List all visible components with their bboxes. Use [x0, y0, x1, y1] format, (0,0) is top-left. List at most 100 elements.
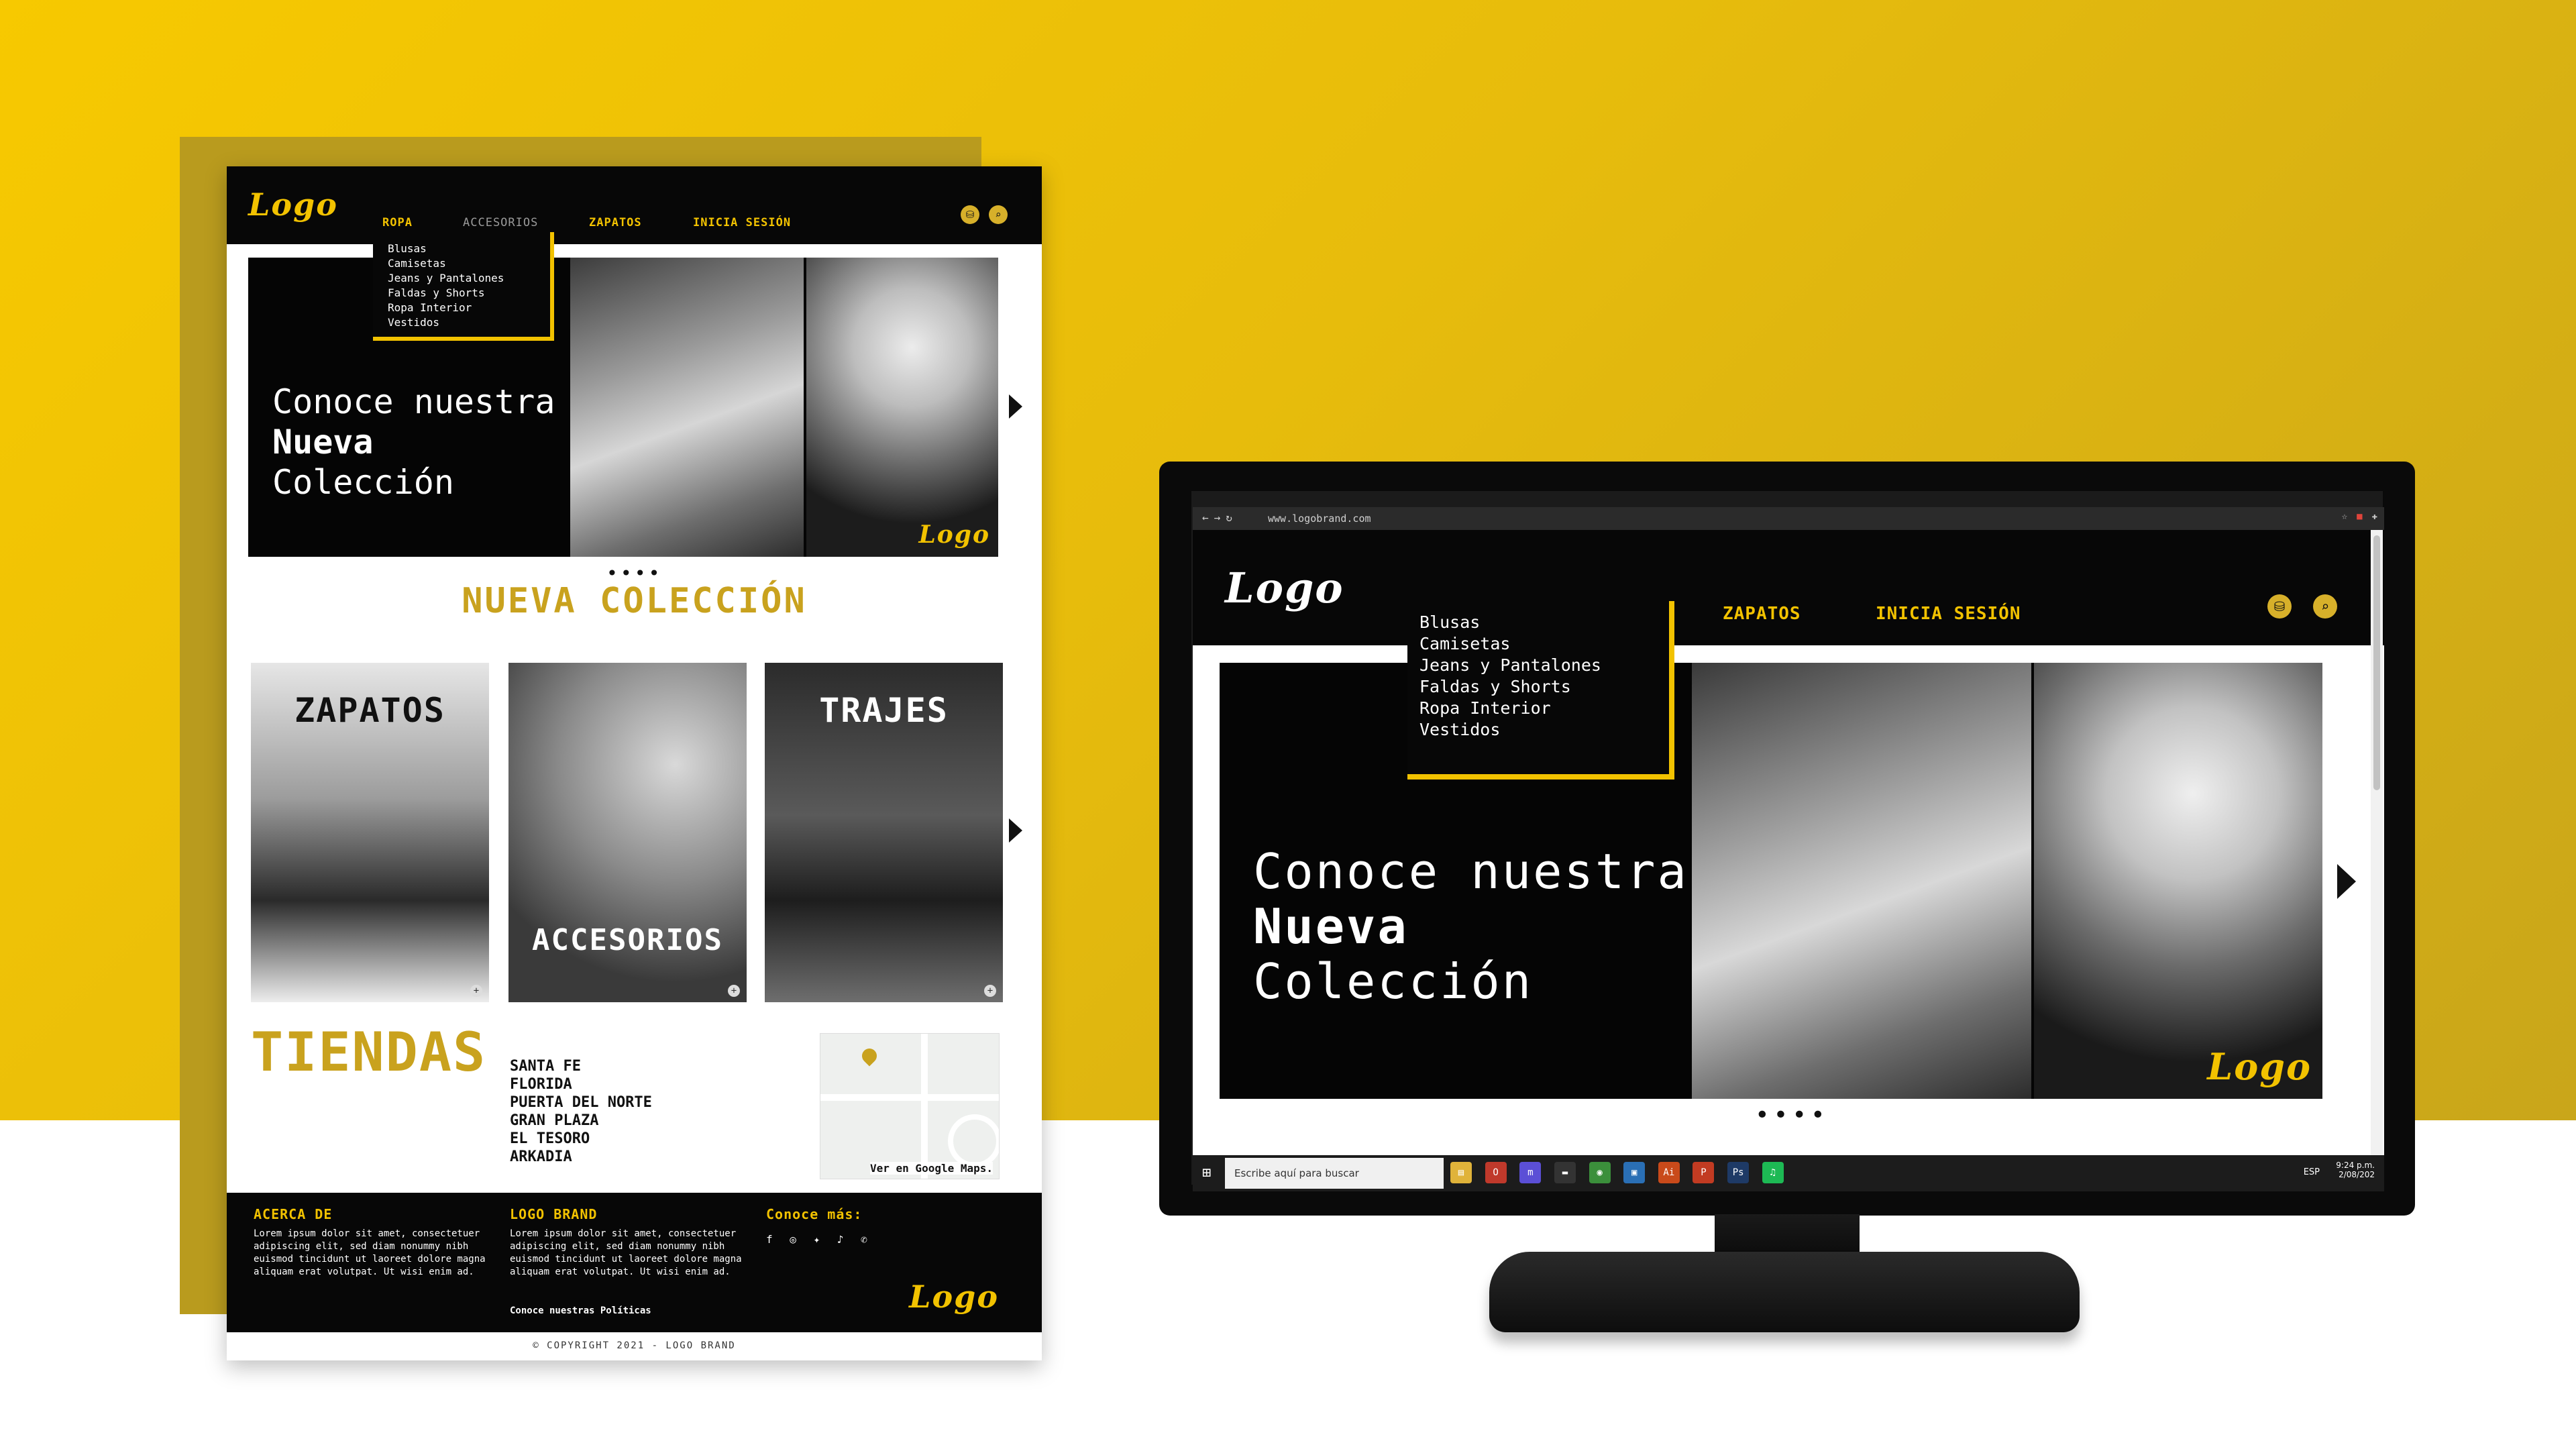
- nav-zapatos[interactable]: ZAPATOS: [1723, 604, 1801, 624]
- dropdown-item-vestidos[interactable]: Vestidos: [388, 315, 550, 330]
- dropdown-item-ropa-interior[interactable]: Ropa Interior: [1419, 698, 1669, 719]
- plus-icon[interactable]: +: [984, 985, 996, 997]
- dropdown-item-camisetas[interactable]: Camisetas: [1419, 633, 1669, 655]
- footer-more-title: Conoce más:: [766, 1206, 863, 1222]
- section-title-nueva-coleccion: NUEVA COLECCIÓN: [462, 581, 807, 621]
- store-item[interactable]: FLORIDA: [510, 1075, 652, 1093]
- store-item[interactable]: PUERTA DEL NORTE: [510, 1093, 652, 1112]
- map-pin-icon[interactable]: [859, 1045, 880, 1067]
- footer-about-text: Lorem ipsum dolor sit amet, consectetuer…: [254, 1228, 486, 1277]
- dropdown-item-jeans[interactable]: Jeans y Pantalones: [388, 271, 550, 286]
- extension-icon[interactable]: ■: [2357, 511, 2362, 522]
- site-header: Logo ROPA ACCESORIOS ZAPATOS INICIA SESI…: [1193, 530, 2384, 645]
- photos-icon[interactable]: ▣: [1623, 1162, 1646, 1183]
- photoshop-icon[interactable]: Ps: [1727, 1162, 1750, 1183]
- hero-headline: Conoce nuestra Nueva Colección: [272, 382, 555, 502]
- cart-icon[interactable]: ⛁: [2267, 594, 2292, 619]
- map-road: [921, 1034, 928, 1179]
- hero-logo: Logo: [2207, 1045, 2312, 1088]
- hero-line-3: Colección: [272, 463, 454, 502]
- store-list: SANTA FE FLORIDA PUERTA DEL NORTE GRAN P…: [510, 1057, 652, 1166]
- dropdown-item-blusas[interactable]: Blusas: [388, 241, 550, 256]
- dropdown-item-vestidos[interactable]: Vestidos: [1419, 719, 1669, 741]
- forward-icon[interactable]: →: [1214, 511, 1226, 524]
- site-logo[interactable]: Logo: [1225, 564, 1344, 612]
- dropdown-item-faldas[interactable]: Faldas y Shorts: [1419, 676, 1669, 698]
- category-card-accesorios[interactable]: ACCESORIOS +: [508, 663, 747, 1002]
- illustrator-icon[interactable]: Ai: [1658, 1162, 1680, 1183]
- windows-start-icon[interactable]: ⊞: [1202, 1165, 1211, 1181]
- address-bar[interactable]: www.logobrand.com: [1268, 513, 1371, 525]
- footer-brand-text: Lorem ipsum dolor sit amet, consectetuer…: [510, 1228, 742, 1277]
- nav-zapatos[interactable]: ZAPATOS: [589, 216, 642, 229]
- chrome-icon[interactable]: ◉: [1589, 1162, 1611, 1183]
- category-card-zapatos[interactable]: ZAPATOS +: [251, 663, 489, 1002]
- card-label-accesorios: ACCESORIOS: [532, 923, 723, 957]
- browser-extensions: ☆ ■ ✚: [2332, 511, 2377, 522]
- star-icon[interactable]: ☆: [2342, 511, 2347, 522]
- google-maps-link[interactable]: Ver en Google Maps.: [870, 1162, 994, 1175]
- nav-ropa[interactable]: ROPA: [382, 216, 413, 229]
- hero-banner: Conoce nuestra Nueva Colección Logo: [1220, 663, 2322, 1099]
- instagram-icon[interactable]: ◎: [790, 1233, 796, 1246]
- reload-icon[interactable]: ↻: [1226, 511, 1238, 524]
- store-item[interactable]: ARKADIA: [510, 1148, 652, 1166]
- footer-brand-title: LOGO BRAND: [510, 1206, 598, 1222]
- dropdown-item-faldas[interactable]: Faldas y Shorts: [388, 286, 550, 301]
- puzzle-icon[interactable]: ✚: [2372, 511, 2377, 522]
- cart-icon[interactable]: ⛁: [961, 205, 979, 224]
- monitor-screen: ←→↻ www.logobrand.com ☆ ■ ✚ Logo ROPA ACCE…: [1193, 507, 2384, 1191]
- twitter-icon[interactable]: ✦: [814, 1233, 820, 1246]
- search-icon[interactable]: ⌕: [989, 205, 1008, 224]
- tiktok-icon[interactable]: ♪: [837, 1233, 844, 1246]
- file-explorer-icon[interactable]: ▤: [1450, 1162, 1472, 1183]
- copyright: © COPYRIGHT 2021 - LOGO BRAND: [533, 1340, 736, 1351]
- search-icon[interactable]: ⌕: [2313, 594, 2337, 619]
- dropdown-item-blusas[interactable]: Blusas: [1419, 612, 1669, 633]
- category-card-trajes[interactable]: TRAJES +: [765, 663, 1003, 1002]
- tray-language[interactable]: ESP: [2304, 1167, 2320, 1177]
- nav-inicia-sesion[interactable]: INICIA SESIÓN: [1876, 604, 2021, 624]
- plus-icon[interactable]: +: [728, 985, 740, 997]
- windows-taskbar: ⊞ Escribe aquí para buscar ▤ O m ▬ ◉ ▣ A…: [1193, 1155, 2384, 1191]
- opera-icon[interactable]: O: [1485, 1162, 1507, 1183]
- policies-link[interactable]: Conoce nuestras Políticas: [510, 1305, 651, 1316]
- dropdown-item-jeans[interactable]: Jeans y Pantalones: [1419, 655, 1669, 676]
- collection-next-arrow[interactable]: [1009, 818, 1022, 843]
- hero-next-arrow[interactable]: [2337, 864, 2356, 899]
- hero-photo-coat: [1692, 663, 2031, 1099]
- hero-photo-coat: [570, 258, 804, 557]
- hero-line-2: Nueva: [272, 423, 374, 462]
- back-icon[interactable]: ←: [1202, 511, 1214, 524]
- whatsapp-icon[interactable]: ✆: [861, 1233, 867, 1246]
- hero-line-3: Colección: [1253, 953, 1534, 1010]
- terminal-icon[interactable]: ▬: [1554, 1162, 1576, 1183]
- site-logo[interactable]: Logo: [248, 186, 338, 223]
- facebook-icon[interactable]: f: [766, 1233, 773, 1246]
- store-item[interactable]: GRAN PLAZA: [510, 1112, 652, 1130]
- hero-next-arrow[interactable]: [1009, 394, 1022, 419]
- hero-photo-model: [2034, 663, 2322, 1099]
- scrollbar-thumb[interactable]: [2373, 535, 2380, 790]
- site-footer: ACERCA DE Lorem ipsum dolor sit amet, co…: [227, 1193, 1042, 1332]
- ropa-dropdown-menu: Blusas Camisetas Jeans y Pantalones Fald…: [1407, 601, 1674, 780]
- footer-logo[interactable]: Logo: [909, 1279, 999, 1315]
- store-item[interactable]: SANTA FE: [510, 1057, 652, 1075]
- dropdown-item-ropa-interior[interactable]: Ropa Interior: [388, 301, 550, 315]
- app-m-icon[interactable]: m: [1519, 1162, 1542, 1183]
- powerpoint-icon[interactable]: P: [1693, 1162, 1715, 1183]
- spotify-icon[interactable]: ♫: [1762, 1162, 1784, 1183]
- website-page-mockup: Logo ROPA ACCESORIOS ZAPATOS INICIA SESI…: [227, 166, 1042, 1360]
- section-title-tiendas: TIENDAS: [251, 1021, 487, 1083]
- store-item[interactable]: EL TESORO: [510, 1130, 652, 1148]
- store-map[interactable]: Ver en Google Maps.: [820, 1033, 1000, 1179]
- plus-icon[interactable]: +: [470, 985, 482, 997]
- nav-accesorios[interactable]: ACCESORIOS: [463, 216, 538, 229]
- carousel-dots[interactable]: ••••: [1755, 1102, 1829, 1129]
- hero-line-1: Conoce nuestra: [1253, 843, 1688, 900]
- taskbar-search-input[interactable]: Escribe aquí para buscar: [1225, 1158, 1444, 1189]
- tray-clock[interactable]: 9:24 p.m. 2/08/202: [2336, 1161, 2375, 1179]
- hero-line-2: Nueva: [1253, 898, 1409, 955]
- dropdown-item-camisetas[interactable]: Camisetas: [388, 256, 550, 271]
- nav-inicia-sesion[interactable]: INICIA SESIÓN: [693, 216, 791, 229]
